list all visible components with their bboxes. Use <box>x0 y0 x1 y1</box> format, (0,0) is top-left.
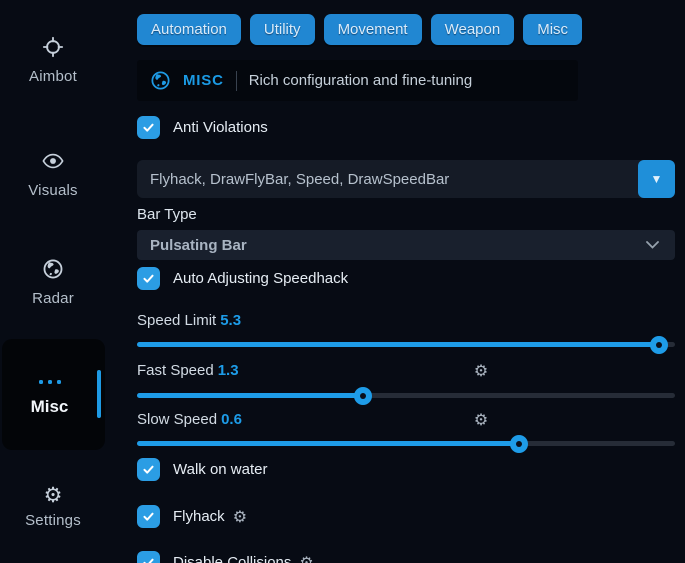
ellipsis-icon <box>2 380 97 384</box>
slider-fast-speed[interactable] <box>137 393 675 398</box>
gear-icon: ⚙ <box>42 484 64 506</box>
checkbox-row-auto-adjusting[interactable]: Auto Adjusting Speedhack <box>137 267 348 290</box>
active-indicator-bar <box>97 370 101 418</box>
slider-label-speed-limit: Speed Limit5.3 <box>137 312 241 329</box>
checkbox-label-text: Disable Collisions <box>173 554 291 563</box>
eye-icon <box>42 150 64 172</box>
sidebar-item-aimbot[interactable]: Aimbot <box>0 36 106 85</box>
checkbox-label: Disable Collisions ⚙ <box>173 554 314 563</box>
slider-slow-speed[interactable] <box>137 441 675 446</box>
checkbox-row-disable-collisions[interactable]: Disable Collisions ⚙ <box>137 551 314 563</box>
sidebar-item-label: Settings <box>0 512 106 529</box>
slider-label-slow-speed: Slow Speed0.6 <box>137 411 242 428</box>
triangle-down-icon: ▼ <box>651 172 663 186</box>
checkbox-row-walk-on-water[interactable]: Walk on water <box>137 458 267 481</box>
slider-name: Slow Speed <box>137 411 217 428</box>
chevron-down-icon <box>646 241 659 249</box>
bar-type-label: Bar Type <box>137 206 197 223</box>
sidebar-item-misc-selected[interactable]: Misc <box>2 339 105 450</box>
checkbox-row-flyhack[interactable]: Flyhack ⚙ <box>137 505 247 528</box>
sidebar-item-label: Visuals <box>0 182 106 199</box>
checkbox-label-text: Flyhack <box>173 508 225 525</box>
tab-automation[interactable]: Automation <box>137 14 241 45</box>
slider-speed-limit[interactable] <box>137 342 675 347</box>
multiselect-value: Flyhack, DrawFlyBar, Speed, DrawSpeedBar <box>137 171 638 188</box>
sidebar-item-label: Misc <box>2 397 97 417</box>
crosshair-icon <box>42 36 64 58</box>
bar-type-select[interactable]: Pulsating Bar <box>137 230 675 260</box>
section-title: MISC <box>183 72 224 89</box>
slider-name: Fast Speed <box>137 362 214 379</box>
checkbox-checked-icon[interactable] <box>137 505 160 528</box>
tab-weapon[interactable]: Weapon <box>431 14 515 45</box>
sidebar-item-settings[interactable]: ⚙ Settings <box>0 484 106 529</box>
section-header: MISC Rich configuration and fine-tuning <box>137 60 578 101</box>
cheat-menu-window: Aimbot Visuals Radar <box>0 0 685 563</box>
feature-multiselect[interactable]: Flyhack, DrawFlyBar, Speed, DrawSpeedBar… <box>137 160 675 198</box>
select-value: Pulsating Bar <box>137 237 646 254</box>
gear-icon[interactable]: ⚙ <box>233 509 247 525</box>
checkbox-row-anti-violations[interactable]: Anti Violations <box>137 116 268 139</box>
sidebar: Aimbot Visuals Radar <box>0 0 130 563</box>
gear-icon[interactable]: ⚙ <box>472 410 490 429</box>
sidebar-item-label: Radar <box>0 290 106 307</box>
checkbox-checked-icon[interactable] <box>137 116 160 139</box>
checkbox-checked-icon[interactable] <box>137 458 160 481</box>
slider-handle[interactable] <box>510 435 528 453</box>
tab-movement[interactable]: Movement <box>324 14 422 45</box>
slider-value: 0.6 <box>221 411 242 428</box>
checkbox-label: Auto Adjusting Speedhack <box>173 270 348 287</box>
globe-icon <box>150 70 171 91</box>
dropdown-open-button[interactable]: ▼ <box>638 160 675 198</box>
header-divider <box>236 71 237 91</box>
slider-value: 5.3 <box>220 312 241 329</box>
checkbox-label: Flyhack ⚙ <box>173 508 247 525</box>
gear-icon[interactable]: ⚙ <box>299 555 313 563</box>
checkbox-label: Walk on water <box>173 461 267 478</box>
globe-icon <box>42 258 64 280</box>
main-panel: Automation Utility Movement Weapon Misc … <box>137 0 675 563</box>
tab-misc[interactable]: Misc <box>523 14 582 45</box>
checkbox-label: Anti Violations <box>173 119 268 136</box>
slider-handle[interactable] <box>354 387 372 405</box>
slider-handle[interactable] <box>650 336 668 354</box>
sidebar-item-radar[interactable]: Radar <box>0 258 106 307</box>
sidebar-item-label: Aimbot <box>0 68 106 85</box>
checkbox-checked-icon[interactable] <box>137 551 160 563</box>
section-subtitle: Rich configuration and fine-tuning <box>249 72 472 89</box>
slider-value: 1.3 <box>218 362 239 379</box>
slider-label-fast-speed: Fast Speed1.3 <box>137 362 239 379</box>
tab-utility[interactable]: Utility <box>250 14 315 45</box>
gear-icon[interactable]: ⚙ <box>472 361 490 380</box>
slider-name: Speed Limit <box>137 312 216 329</box>
category-tabs: Automation Utility Movement Weapon Misc <box>137 14 582 45</box>
checkbox-checked-icon[interactable] <box>137 267 160 290</box>
sidebar-item-visuals[interactable]: Visuals <box>0 150 106 199</box>
